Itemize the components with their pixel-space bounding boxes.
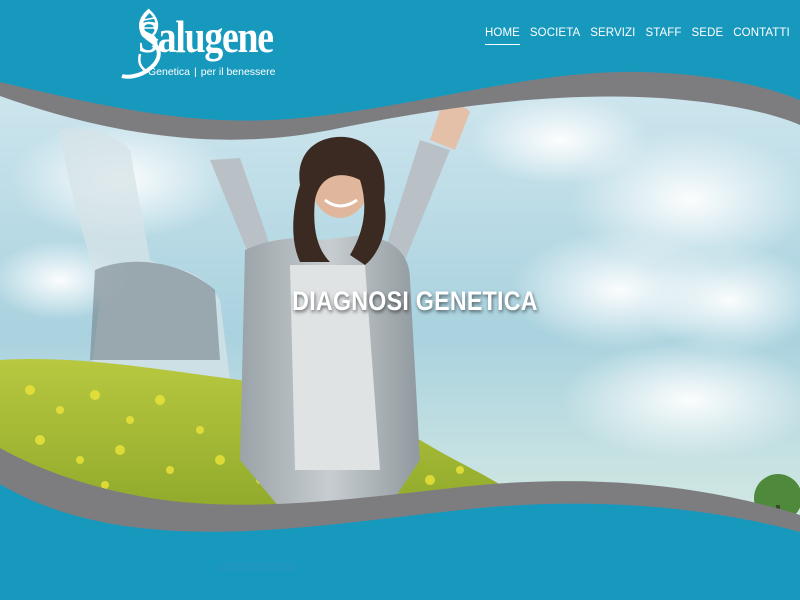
nav-item-sede[interactable]: SEDE [692,25,724,45]
hero-title: DIAGNOSI GENETICA [292,286,538,316]
logo-tagline-separator: | [194,66,197,78]
slider-indicator[interactable] [218,562,298,572]
logo-tagline-right: per il benessere [200,66,276,78]
nav-item-societa[interactable]: SOCIETA [530,25,580,45]
page: Salugene Genetica | per il benessere HOME … [0,0,800,600]
logo-tagline-left: Genetica [148,66,191,78]
site-logo[interactable]: Salugene Genetica | per il benessere [118,6,288,86]
nav-item-home[interactable]: HOME [485,25,520,45]
nav-item-servizi[interactable]: SERVIZI [590,25,635,45]
logo-tagline: Genetica | per il benessere [148,66,275,78]
nav-item-staff[interactable]: STAFF [645,25,681,45]
main-nav: HOME SOCIETA SERVIZI STAFF SEDE CONTATTI [485,25,790,45]
nav-item-contatti[interactable]: CONTATTI [733,25,790,45]
logo-wordmark: Salugene [138,11,274,62]
